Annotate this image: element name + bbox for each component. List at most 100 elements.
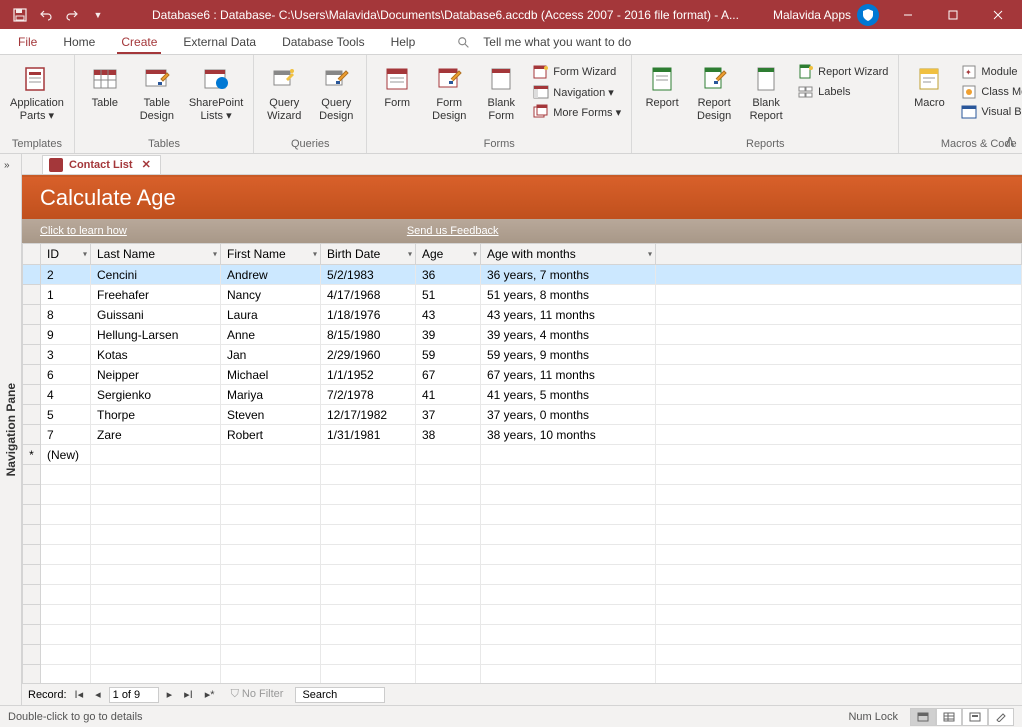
cell-birth-date[interactable]: 1/1/1952	[321, 365, 416, 385]
navpane-toggle-icon[interactable]: »	[4, 160, 10, 171]
row-selector[interactable]	[23, 345, 41, 365]
datasheet-view-button[interactable]	[936, 708, 962, 726]
macro-button[interactable]: Macro	[905, 61, 953, 112]
cell-age-months[interactable]: 59 years, 9 months	[481, 345, 656, 365]
last-record-button[interactable]: ▸I	[180, 688, 197, 701]
collapse-ribbon-icon[interactable]: ᐱ	[1006, 135, 1014, 149]
column-age[interactable]: Age▾	[416, 244, 481, 265]
table-row[interactable]: 9 Hellung-Larsen Anne 8/15/1980 39 39 ye…	[23, 325, 1022, 345]
cell-first-name[interactable]: Laura	[221, 305, 321, 325]
cell-first-name[interactable]: Nancy	[221, 285, 321, 305]
row-selector[interactable]	[23, 325, 41, 345]
learn-how-link[interactable]: Click to learn how	[40, 225, 127, 237]
cell-first-name[interactable]: Anne	[221, 325, 321, 345]
report-design-button[interactable]: Report Design	[690, 61, 738, 125]
chevron-down-icon[interactable]: ▾	[473, 250, 477, 259]
cell-age-months[interactable]: 38 years, 10 months	[481, 425, 656, 445]
chevron-down-icon[interactable]: ▾	[408, 250, 412, 259]
cell-age-months[interactable]: 41 years, 5 months	[481, 385, 656, 405]
form-button[interactable]: Form	[373, 61, 421, 112]
redo-icon[interactable]	[60, 3, 84, 27]
blank-report-button[interactable]: Blank Report	[742, 61, 790, 125]
row-selector[interactable]	[23, 265, 41, 285]
sharepoint-lists-button[interactable]: SharePoint Lists ▾	[185, 61, 247, 125]
cell-id[interactable]: 9	[41, 325, 91, 345]
cell-new[interactable]: (New)	[41, 445, 91, 465]
cell-last-name[interactable]: Guissani	[91, 305, 221, 325]
minimize-button[interactable]	[885, 0, 930, 29]
cell-id[interactable]: 6	[41, 365, 91, 385]
cell-birth-date[interactable]: 7/2/1978	[321, 385, 416, 405]
cell-first-name[interactable]: Michael	[221, 365, 321, 385]
cell-first-name[interactable]: Jan	[221, 345, 321, 365]
table-row[interactable]: 4 Sergienko Mariya 7/2/1978 41 41 years,…	[23, 385, 1022, 405]
chevron-down-icon[interactable]: ▾	[313, 250, 317, 259]
tab-database-tools[interactable]: Database Tools	[278, 31, 369, 54]
feedback-link[interactable]: Send us Feedback	[407, 225, 499, 237]
cell-birth-date[interactable]: 5/2/1983	[321, 265, 416, 285]
class-module-button[interactable]: Class Module	[957, 83, 1022, 101]
cell-age[interactable]: 38	[416, 425, 481, 445]
cell-birth-date[interactable]: 1/18/1976	[321, 305, 416, 325]
blank-form-button[interactable]: Blank Form	[477, 61, 525, 125]
cell-last-name[interactable]: Cencini	[91, 265, 221, 285]
query-wizard-button[interactable]: Query Wizard	[260, 61, 308, 125]
cell-id[interactable]: 8	[41, 305, 91, 325]
tab-help[interactable]: Help	[387, 31, 420, 54]
record-position-input[interactable]	[109, 687, 159, 703]
cell-first-name[interactable]: Andrew	[221, 265, 321, 285]
cell-id[interactable]: 5	[41, 405, 91, 425]
row-selector[interactable]	[23, 385, 41, 405]
cell-age[interactable]: 67	[416, 365, 481, 385]
cell-last-name[interactable]: Sergienko	[91, 385, 221, 405]
filter-indicator[interactable]: ⛉ No Filter	[231, 688, 284, 701]
report-button[interactable]: Report	[638, 61, 686, 112]
row-selector[interactable]	[23, 425, 41, 445]
cell-age-months[interactable]: 37 years, 0 months	[481, 405, 656, 425]
search-box[interactable]: Search	[295, 687, 385, 703]
cell-last-name[interactable]: Neipper	[91, 365, 221, 385]
cell-age[interactable]: 43	[416, 305, 481, 325]
cell-last-name[interactable]: Freehafer	[91, 285, 221, 305]
column-first-name[interactable]: First Name▾	[221, 244, 321, 265]
form-view-button[interactable]	[910, 708, 936, 726]
visual-basic-button[interactable]: Visual Basic	[957, 103, 1022, 121]
form-design-button[interactable]: Form Design	[425, 61, 473, 125]
tab-file[interactable]: File	[14, 31, 41, 54]
cell-age[interactable]: 39	[416, 325, 481, 345]
chevron-down-icon[interactable]: ▾	[83, 250, 87, 259]
column-age-months[interactable]: Age with months▾	[481, 244, 656, 265]
tab-home[interactable]: Home	[59, 31, 99, 54]
cell-birth-date[interactable]: 1/31/1981	[321, 425, 416, 445]
table-design-button[interactable]: Table Design	[133, 61, 181, 125]
new-record-row[interactable]: * (New)	[23, 445, 1022, 465]
cell-last-name[interactable]: Hellung-Larsen	[91, 325, 221, 345]
cell-first-name[interactable]: Steven	[221, 405, 321, 425]
cell-age[interactable]: 51	[416, 285, 481, 305]
maximize-button[interactable]	[930, 0, 975, 29]
cell-birth-date[interactable]: 4/17/1968	[321, 285, 416, 305]
data-grid[interactable]: ID▾ Last Name▾ First Name▾ Birth Date▾ A…	[22, 243, 1022, 683]
undo-icon[interactable]	[34, 3, 58, 27]
table-row[interactable]: 7 Zare Robert 1/31/1981 38 38 years, 10 …	[23, 425, 1022, 445]
select-all-button[interactable]	[23, 244, 41, 265]
cell-age[interactable]: 37	[416, 405, 481, 425]
row-selector[interactable]	[23, 365, 41, 385]
tab-contact-list[interactable]: Contact List ✕	[42, 155, 161, 174]
labels-button[interactable]: Labels	[794, 83, 892, 101]
cell-age-months[interactable]: 36 years, 7 months	[481, 265, 656, 285]
tab-external-data[interactable]: External Data	[179, 31, 260, 54]
table-row[interactable]: 3 Kotas Jan 2/29/1960 59 59 years, 9 mon…	[23, 345, 1022, 365]
navigation-pane[interactable]: Navigation Pane	[0, 154, 22, 705]
cell-id[interactable]: 7	[41, 425, 91, 445]
cell-id[interactable]: 1	[41, 285, 91, 305]
chevron-down-icon[interactable]: ▾	[648, 250, 652, 259]
cell-last-name[interactable]: Thorpe	[91, 405, 221, 425]
cell-age-months[interactable]: 67 years, 11 months	[481, 365, 656, 385]
next-record-button[interactable]: ▸	[163, 688, 177, 701]
close-button[interactable]	[975, 0, 1020, 29]
table-row[interactable]: 1 Freehafer Nancy 4/17/1968 51 51 years,…	[23, 285, 1022, 305]
cell-birth-date[interactable]: 8/15/1980	[321, 325, 416, 345]
navigation-button[interactable]: Navigation ▾	[529, 83, 625, 101]
tab-create[interactable]: Create	[117, 31, 161, 54]
